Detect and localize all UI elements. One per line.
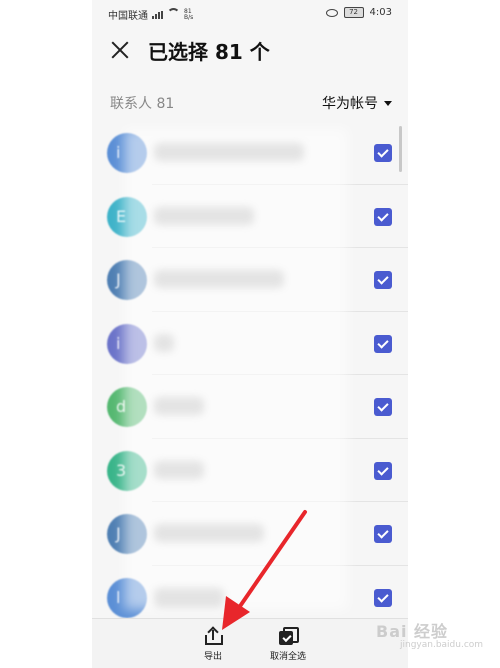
selection-header: 已选择 81 个	[92, 32, 408, 72]
checkmark-icon	[377, 400, 389, 412]
watermark-url: jingyan.baidu.com	[400, 640, 484, 650]
wifi-icon	[167, 8, 180, 21]
list-subheader: 联系人 81 华为帐号	[92, 90, 408, 114]
network-speed-unit: B/s	[184, 13, 194, 21]
contacts-count: 联系人 81	[110, 96, 175, 112]
contact-checkbox[interactable]	[374, 398, 392, 416]
deselect-all-button[interactable]: 取消全选	[258, 627, 318, 662]
deselect-all-label: 取消全选	[269, 652, 306, 662]
caret-down-icon	[384, 100, 392, 106]
contact-checkbox[interactable]	[374, 525, 392, 543]
network-speed: 81 B/s	[184, 8, 194, 21]
bottom-action-bar: 导出 取消全选	[92, 618, 408, 668]
account-selector[interactable]: 华为帐号	[322, 93, 392, 113]
contact-checkbox[interactable]	[374, 588, 392, 607]
status-left: 中国联通 81 B/s	[108, 7, 193, 22]
clock: 4:03	[369, 7, 392, 18]
status-right: 72 4:03	[325, 7, 392, 18]
checkmark-icon	[377, 273, 389, 285]
export-label: 导出	[203, 652, 222, 662]
export-button[interactable]: 导出	[183, 626, 243, 662]
eye-comfort-icon	[325, 8, 338, 17]
phone-screen: 中国联通 81 B/s 72 4:03 已选择 81 个 联系人 81 华为帐号…	[92, 0, 408, 668]
checkmark-icon	[377, 527, 389, 539]
checkmark-icon	[377, 336, 389, 349]
contact-checkbox[interactable]	[374, 271, 392, 289]
select-all-icon	[279, 627, 299, 645]
status-bar: 中国联通 81 B/s 72 4:03	[92, 0, 408, 26]
contact-checkbox[interactable]	[374, 334, 392, 353]
checkmark-icon	[377, 209, 389, 222]
privacy-blur	[124, 128, 348, 610]
scrollbar[interactable]	[399, 126, 402, 172]
export-icon	[204, 626, 223, 645]
carrier-name: 中国联通	[108, 11, 148, 22]
checkmark-icon	[377, 590, 389, 603]
close-icon[interactable]	[110, 40, 130, 60]
contact-checkbox[interactable]	[374, 144, 392, 162]
checkmark-icon	[377, 146, 389, 158]
signal-icon	[152, 10, 163, 19]
contact-checkbox[interactable]	[374, 461, 392, 480]
watermark-logo: Bai 经验	[376, 622, 449, 641]
battery-icon: 72	[343, 7, 364, 18]
account-name: 华为帐号	[322, 96, 378, 112]
contact-checkbox[interactable]	[374, 207, 392, 226]
page-title: 已选择 81 个	[148, 40, 270, 64]
checkmark-icon	[377, 463, 389, 476]
